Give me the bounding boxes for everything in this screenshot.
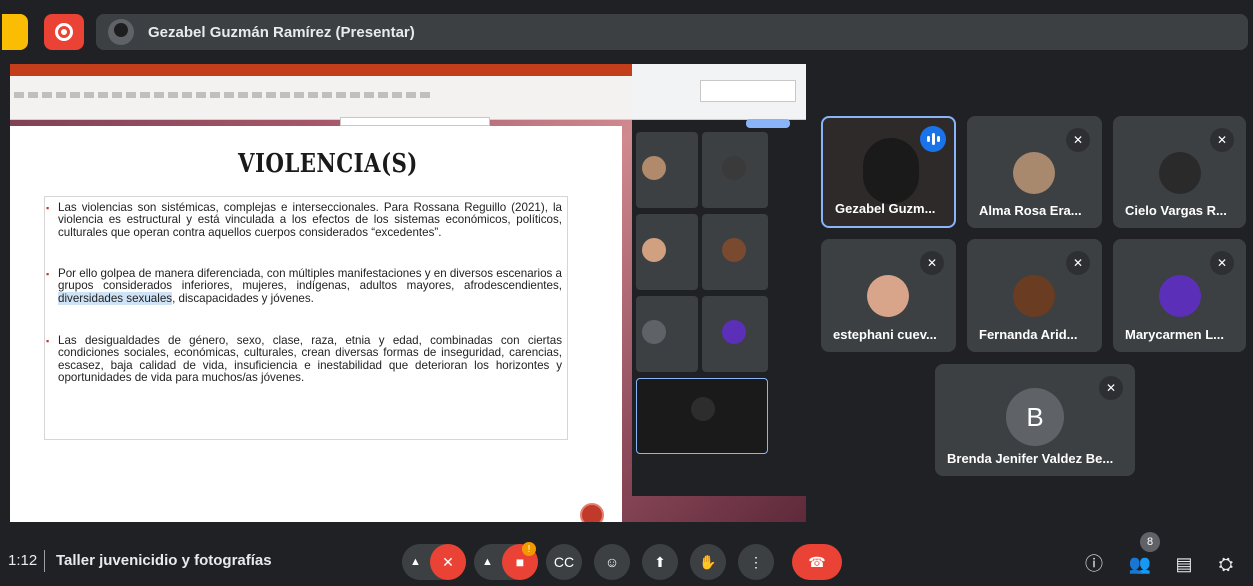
avatar: B [1006, 388, 1064, 446]
mic-button[interactable]: ▲ ✕ [402, 544, 466, 580]
info-icon[interactable]: ⓘ [1082, 552, 1106, 576]
ppt-toolbar [14, 88, 624, 116]
warning-icon: ! [522, 542, 536, 556]
embedded-notification [700, 80, 796, 102]
more-options-button[interactable]: ⋮ [738, 544, 774, 580]
avatar [1013, 152, 1055, 194]
embedded-tile [636, 378, 768, 454]
embedded-tile [636, 296, 698, 372]
participant-tile[interactable]: Gezabel Guzm... [821, 116, 956, 228]
avatar [108, 19, 134, 45]
avatar [867, 275, 909, 317]
meeting-time: 1:12 [8, 552, 38, 569]
slide-bullet: Las desigualdades de género, sexo, clase… [46, 334, 562, 385]
participant-name: Fernanda Arid... [979, 327, 1078, 342]
participant-name: Brenda Jenifer Valdez Be... [947, 451, 1114, 466]
leave-call-button[interactable]: ☎ [792, 544, 842, 580]
record-icon [580, 503, 604, 522]
presenter-name: Gezabel Guzmán Ramírez (Presentar) [148, 23, 415, 41]
chevron-up-icon[interactable]: ▲ [482, 556, 493, 568]
avatar [1159, 275, 1201, 317]
embedded-meet-window [632, 120, 806, 496]
stop-presenting-icon[interactable] [44, 14, 84, 50]
activities-icon[interactable]: ⛭ [1214, 552, 1238, 576]
mic-off-icon: ✕ [920, 251, 944, 275]
avatar [1159, 152, 1201, 194]
presentation-icon[interactable] [2, 14, 28, 50]
mic-off-icon: ✕ [1066, 128, 1090, 152]
participant-tile[interactable]: B ✕ Brenda Jenifer Valdez Be... [935, 364, 1135, 476]
presenter-bar[interactable]: Gezabel Guzmán Ramírez (Presentar) [96, 14, 1248, 50]
end-call-icon: ☎ [808, 553, 826, 570]
participant-tile[interactable]: ✕ Fernanda Arid... [967, 239, 1102, 352]
emoji-icon: ☺ [604, 554, 620, 570]
meeting-title: Taller juvenicidio y fotografías [56, 552, 272, 569]
powerpoint-ribbon [10, 64, 632, 120]
captions-button[interactable]: CC [546, 544, 582, 580]
participant-name: Alma Rosa Era... [979, 203, 1082, 218]
embedded-tile [702, 296, 768, 372]
avatar [1013, 275, 1055, 317]
slide-title: VIOLENCIA(S) [238, 149, 418, 179]
camera-button[interactable]: ▲ ■ ! [474, 542, 538, 580]
participant-name: Gezabel Guzm... [835, 201, 936, 216]
slide: VIOLENCIA(S) Las violencias son sistémic… [10, 126, 622, 522]
embedded-tile [636, 214, 698, 290]
participant-tile[interactable]: ✕ Marycarmen L... [1113, 239, 1246, 352]
ppt-notice-bar [340, 117, 490, 126]
mic-off-icon: ✕ [1210, 251, 1234, 275]
chat-icon[interactable]: ▤ [1172, 552, 1196, 576]
participant-tile[interactable]: ✕ estephani cuev... [821, 239, 956, 352]
participant-name: Cielo Vargas R... [1125, 203, 1227, 218]
participant-name: Marycarmen L... [1125, 327, 1224, 342]
slide-bullet: Por ello golpea de manera diferenciada, … [46, 267, 562, 305]
people-icon[interactable]: 👥 [1128, 552, 1152, 576]
mic-off-icon[interactable]: ✕ [430, 544, 466, 580]
chevron-up-icon[interactable]: ▲ [410, 556, 421, 568]
bottom-bar: 1:12 Taller juvenicidio y fotografías ▲ … [0, 532, 1253, 586]
captions-icon: CC [553, 554, 575, 570]
ppt-tabs [10, 76, 632, 86]
more-vert-icon: ⋮ [749, 553, 763, 570]
embedded-tile [636, 132, 698, 208]
present-screen-icon: ⬆ [654, 553, 666, 570]
top-bar: Gezabel Guzmán Ramírez (Presentar) [0, 8, 1253, 56]
participant-tile[interactable]: ✕ Cielo Vargas R... [1113, 116, 1246, 228]
hand-icon: ✋ [699, 553, 717, 570]
mic-off-icon: ✕ [1066, 251, 1090, 275]
participant-count-badge: 8 [1140, 532, 1160, 552]
participant-tile[interactable]: ✕ Alma Rosa Era... [967, 116, 1102, 228]
present-button[interactable]: ⬆ [642, 544, 678, 580]
ppt-titlebar [10, 64, 632, 76]
embedded-tile [702, 214, 768, 290]
divider [44, 550, 45, 572]
participant-name: estephani cuev... [833, 327, 937, 342]
slide-bullet: Las violencias son sistémicas, complejas… [46, 201, 562, 239]
embedded-tile [702, 132, 768, 208]
raise-hand-button[interactable]: ✋ [690, 544, 726, 580]
mic-off-icon: ✕ [1210, 128, 1234, 152]
mic-off-icon: ✕ [1099, 376, 1123, 400]
speaking-indicator-icon [920, 126, 946, 152]
embedded-present-button [746, 119, 790, 128]
shared-screen: VIOLENCIA(S) Las violencias son sistémic… [10, 64, 806, 522]
reactions-button[interactable]: ☺ [594, 544, 630, 580]
video-feed [863, 138, 919, 204]
